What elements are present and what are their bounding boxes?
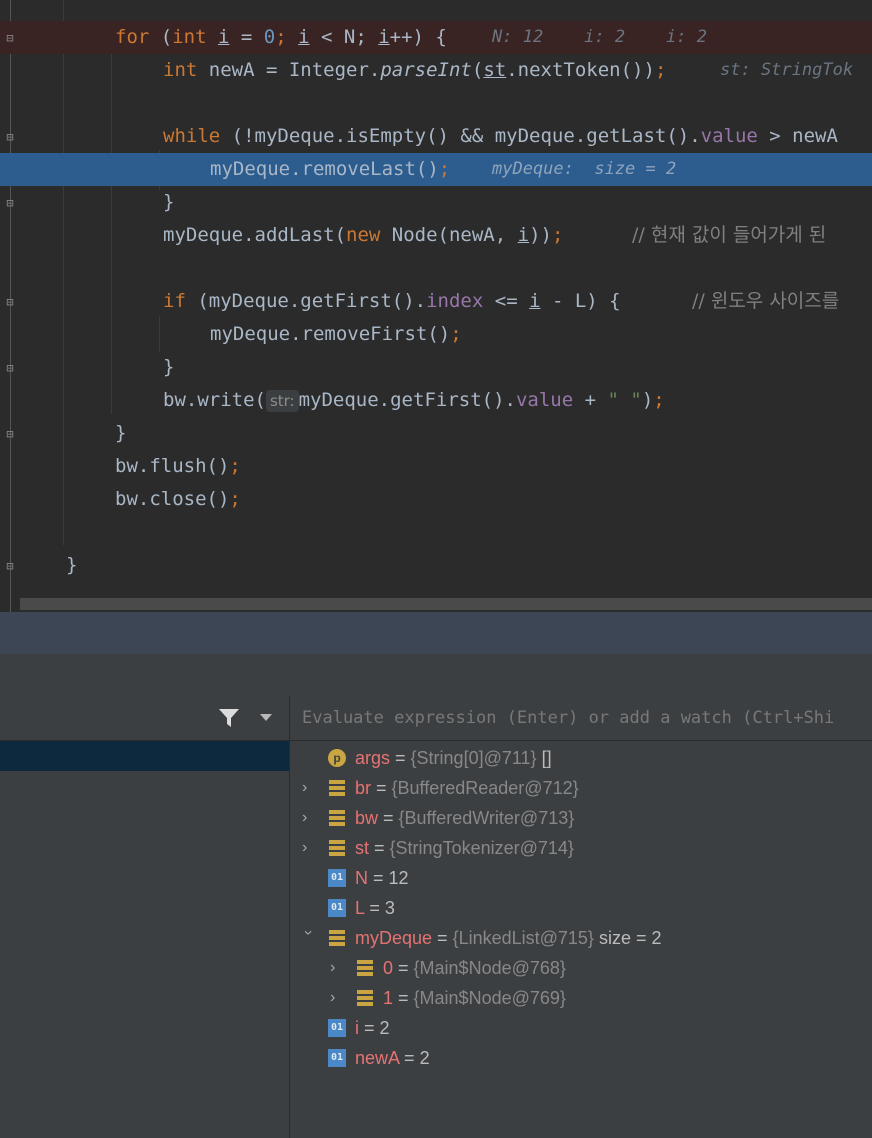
evaluate-expression-bar[interactable]: [290, 696, 872, 741]
variable-row[interactable]: › 1 = {Main$Node@769}: [290, 983, 872, 1013]
primitive-icon: 01: [328, 1049, 346, 1067]
evaluate-expression-input[interactable]: [290, 696, 872, 740]
code-line-close-brace[interactable]: ⊟ }: [0, 351, 872, 384]
primitive-icon: 01: [328, 899, 346, 917]
code-line-for[interactable]: ⊟ for (int i = 0; i < N; i++) { N: 12 i:…: [0, 21, 872, 54]
collapse-arrow-icon[interactable]: ›: [293, 930, 323, 946]
code-line-while[interactable]: ⊟ while (!myDeque.isEmpty() && myDeque.g…: [0, 120, 872, 153]
object-icon: [328, 929, 346, 947]
object-icon: [356, 989, 374, 1007]
variable-row[interactable]: › myDeque = {LinkedList@715} size = 2: [290, 923, 872, 953]
fold-icon[interactable]: ⊟: [3, 295, 17, 309]
variable-row[interactable]: › br = {BufferedReader@712}: [290, 773, 872, 803]
code-line-close-brace[interactable]: ⊟ }: [0, 186, 872, 219]
code-line-write[interactable]: bw.write(str: myDeque.getFirst().value + …: [0, 384, 872, 417]
variable-row[interactable]: 01 N = 12: [290, 863, 872, 893]
inline-debug-hint: N: 12 i: 2 i: 2: [492, 27, 707, 47]
panel-divider[interactable]: [0, 612, 872, 654]
expand-arrow-icon[interactable]: ›: [302, 833, 318, 863]
fold-icon[interactable]: ⊟: [3, 31, 17, 45]
selected-frame-row[interactable]: [0, 741, 289, 771]
fold-icon[interactable]: ⊟: [3, 559, 17, 573]
code-line-addlast[interactable]: myDeque.addLast(new Node(newA, i)); // 현…: [0, 219, 872, 252]
variable-row[interactable]: p args = {String[0]@711} []: [290, 743, 872, 773]
code-line-close-brace[interactable]: ⊟ }: [0, 417, 872, 450]
variable-row[interactable]: › 0 = {Main$Node@768}: [290, 953, 872, 983]
variable-row[interactable]: › bw = {BufferedWriter@713}: [290, 803, 872, 833]
object-icon: [356, 959, 374, 977]
variables-panel: p args = {String[0]@711} [] › br = {Buff…: [290, 696, 872, 1138]
variable-row[interactable]: › st = {StringTokenizer@714}: [290, 833, 872, 863]
primitive-icon: 01: [328, 1019, 346, 1037]
code-line-execution-point[interactable]: myDeque.removeLast(); myDeque: size = 2: [0, 153, 872, 186]
expand-arrow-icon[interactable]: ›: [302, 803, 318, 833]
dropdown-icon[interactable]: [258, 712, 274, 724]
code-line-parse[interactable]: int newA = Integer.parseInt(st.nextToken…: [0, 54, 872, 87]
object-icon: [328, 809, 346, 827]
variable-row[interactable]: 01 L = 3: [290, 893, 872, 923]
code-line-removefirst[interactable]: myDeque.removeFirst();: [0, 318, 872, 351]
inline-debug-hint: myDeque: size = 2: [492, 159, 677, 179]
variable-row[interactable]: 01 i = 2: [290, 1013, 872, 1043]
code-line-if[interactable]: ⊟ if (myDeque.getFirst().index <= i - L)…: [0, 285, 872, 318]
code-comment: // 현재 값이 들어가게 된: [632, 224, 827, 246]
code-line-close[interactable]: bw.close();: [0, 483, 872, 516]
code-line-flush[interactable]: bw.flush();: [0, 450, 872, 483]
parameter-hint: str:: [265, 389, 299, 412]
expand-arrow-icon[interactable]: ›: [330, 953, 346, 983]
fold-icon[interactable]: ⊟: [3, 130, 17, 144]
fold-icon[interactable]: ⊟: [3, 361, 17, 375]
code-line-close-brace[interactable]: ⊟ }: [0, 549, 872, 582]
code-comment: // 윈도우 사이즈를: [692, 290, 840, 312]
primitive-icon: 01: [328, 869, 346, 887]
fold-icon[interactable]: ⊟: [3, 427, 17, 441]
filter-icon[interactable]: [218, 708, 240, 728]
horizontal-scrollbar[interactable]: [20, 598, 872, 610]
keyword: for: [115, 26, 150, 48]
debugger-toolbar: [0, 654, 872, 696]
object-icon: [328, 779, 346, 797]
variable-row[interactable]: 01 newA = 2: [290, 1043, 872, 1073]
frames-panel: [0, 696, 290, 1138]
fold-icon[interactable]: ⊟: [3, 196, 17, 210]
expand-arrow-icon[interactable]: ›: [302, 773, 318, 803]
inline-debug-hint: st: StringTok: [720, 60, 854, 80]
parameter-icon: p: [328, 749, 346, 767]
frames-header: [0, 696, 289, 741]
code-editor[interactable]: ⊟ for (int i = 0; i < N; i++) { N: 12 i:…: [0, 0, 872, 612]
object-icon: [328, 839, 346, 857]
expand-arrow-icon[interactable]: ›: [330, 983, 346, 1013]
